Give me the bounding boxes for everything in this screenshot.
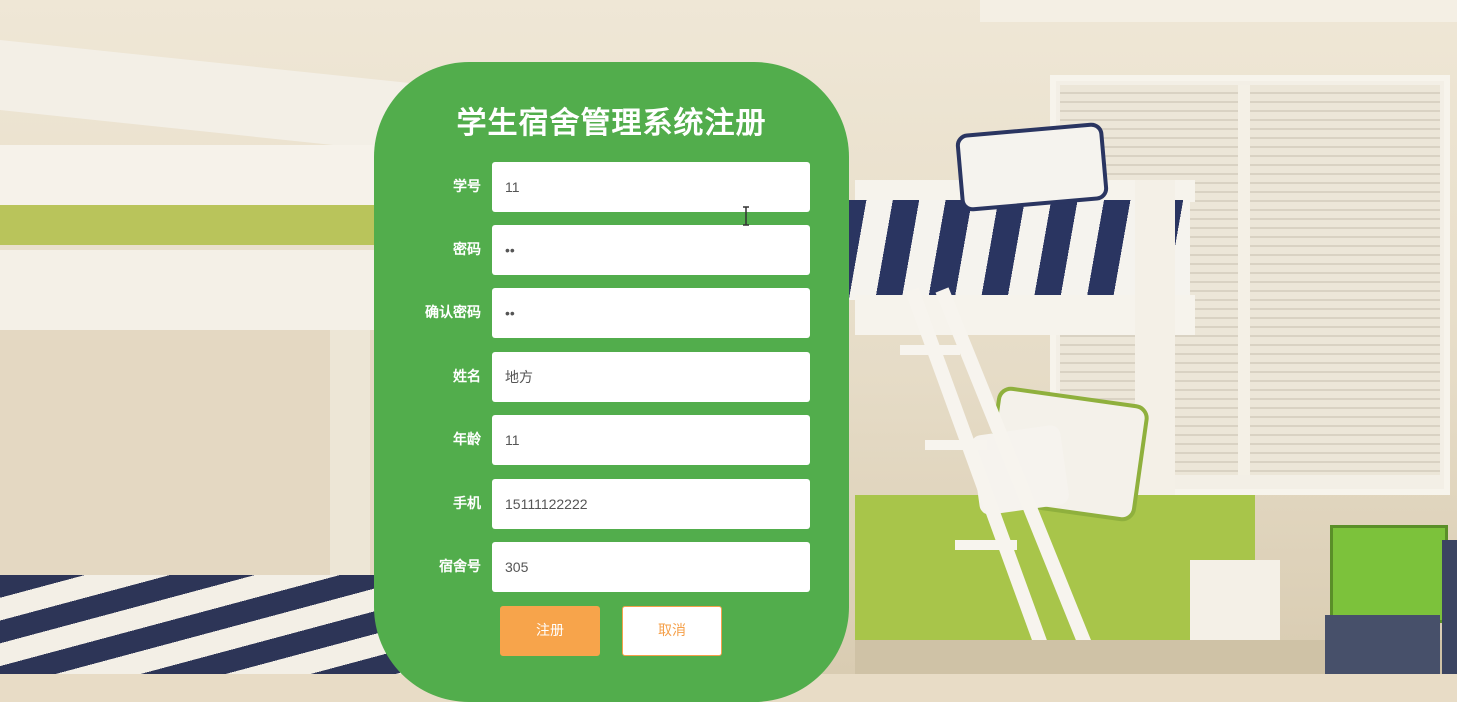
password-label: 密码 [453, 242, 481, 258]
form-row-phone: 手机 15111122222 [374, 479, 849, 529]
age-input[interactable]: 11 [492, 415, 810, 465]
page-title: 学生宿舍管理系统注册 [456, 106, 767, 141]
form-row-confirm-password: 确认密码 •• [374, 288, 849, 338]
form-row-age: 年龄 11 [374, 415, 849, 465]
phone-input[interactable]: 15111122222 [492, 479, 810, 529]
name-label: 姓名 [453, 369, 481, 385]
register-panel: 学生宿舍管理系统注册 学号 11 密码 •• 确认密码 •• 姓名 地方 年龄 … [374, 62, 849, 702]
register-button[interactable]: 注册 [500, 606, 600, 656]
dorm-number-input[interactable]: 305 [492, 542, 810, 592]
age-label: 年龄 [453, 432, 481, 448]
text-cursor-icon [743, 206, 749, 226]
confirm-password-label: 确认密码 [425, 305, 481, 321]
confirm-password-input[interactable]: •• [492, 288, 810, 338]
student-id-input[interactable]: 11 [492, 162, 810, 212]
dorm-number-label: 宿舍号 [439, 559, 481, 575]
cancel-button[interactable]: 取消 [622, 606, 722, 656]
phone-label: 手机 [453, 496, 481, 512]
form-row-name: 姓名 地方 [374, 352, 849, 402]
form-row-student-id: 学号 11 [374, 162, 849, 212]
password-input[interactable]: •• [492, 225, 810, 275]
student-id-label: 学号 [453, 179, 481, 195]
form-row-dorm-number: 宿舍号 305 [374, 542, 849, 592]
name-input[interactable]: 地方 [492, 352, 810, 402]
form-row-password: 密码 •• [374, 225, 849, 275]
